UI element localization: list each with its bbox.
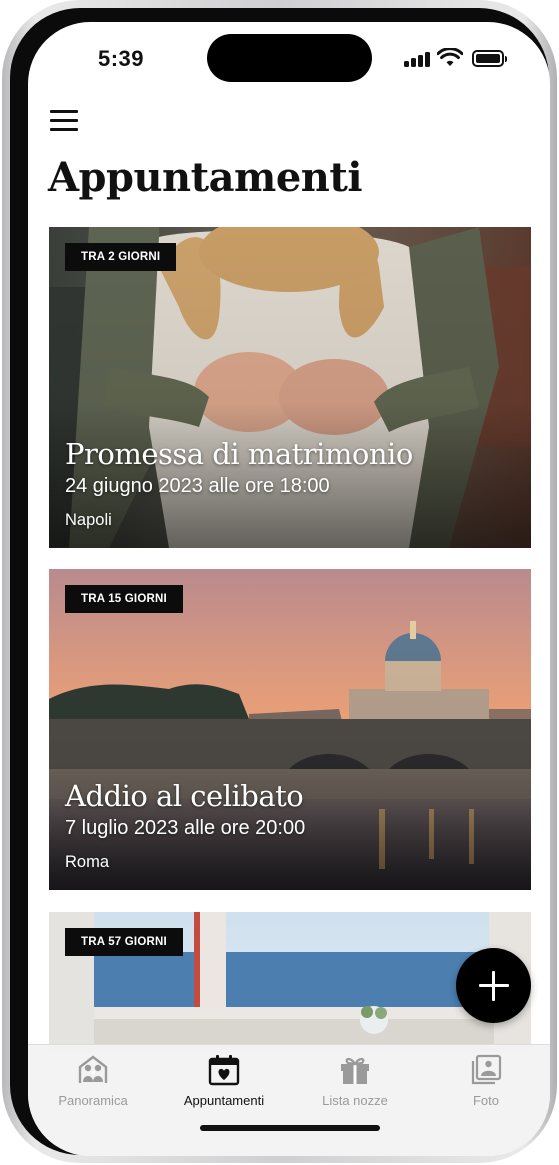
- days-remaining-badge: TRA 2 GIORNI: [65, 243, 177, 271]
- phone-bezel: 5:39 Appuntamenti TRA 2 GIORNI Promessa …: [10, 8, 550, 1156]
- event-location: Napoli: [65, 511, 112, 529]
- home-indicator[interactable]: [200, 1125, 380, 1131]
- battery-icon: [472, 50, 507, 67]
- hamburger-menu-icon[interactable]: [50, 110, 80, 132]
- calendar-heart-icon: [208, 1055, 240, 1086]
- event-card-promessa[interactable]: TRA 2 GIORNI Promessa di matrimonio 24 g…: [49, 227, 531, 548]
- status-bar: 5:39: [28, 22, 550, 92]
- gift-icon: [341, 1057, 369, 1084]
- event-datetime: 24 giugno 2023 alle ore 18:00: [65, 475, 330, 497]
- tab-label: Panoramica: [58, 1093, 128, 1108]
- event-location: Roma: [65, 853, 110, 871]
- days-remaining-badge: TRA 57 GIORNI: [65, 928, 183, 956]
- event-photo: [49, 227, 531, 548]
- tab-panoramica[interactable]: Panoramica: [38, 1053, 148, 1113]
- days-remaining-badge: TRA 15 GIORNI: [65, 585, 183, 613]
- tab-bar: Panoramica Appuntamenti Lista nozze Foto: [28, 1044, 550, 1156]
- phone-frame: 5:39 Appuntamenti TRA 2 GIORNI Promessa …: [2, 0, 557, 1163]
- event-datetime: 7 luglio 2023 alle ore 20:00: [65, 817, 306, 839]
- tab-label: Foto: [472, 1093, 499, 1108]
- photo-icon: [471, 1054, 502, 1085]
- event-title: Promessa di matrimonio: [65, 437, 413, 471]
- status-time: 5:39: [98, 46, 145, 71]
- couple-icon: [78, 1055, 108, 1083]
- tab-foto[interactable]: Foto: [431, 1053, 541, 1113]
- tab-appuntamenti[interactable]: Appuntamenti: [169, 1053, 279, 1113]
- event-card-addio[interactable]: TRA 15 GIORNI Addio al celibato 7 luglio…: [49, 569, 531, 890]
- app-screen: 5:39 Appuntamenti TRA 2 GIORNI Promessa …: [28, 22, 550, 1156]
- wifi-icon: [437, 48, 463, 66]
- tab-lista-nozze[interactable]: Lista nozze: [300, 1053, 410, 1113]
- event-title: Addio al celibato: [65, 779, 304, 813]
- event-photo: [49, 569, 531, 890]
- page-title: Appuntamenti: [48, 154, 363, 201]
- dynamic-island: [207, 34, 372, 82]
- tab-label: Lista nozze: [322, 1093, 388, 1108]
- add-appointment-button[interactable]: [456, 948, 531, 1023]
- cellular-signal-icon: [404, 51, 432, 67]
- tab-label: Appuntamenti: [183, 1093, 265, 1108]
